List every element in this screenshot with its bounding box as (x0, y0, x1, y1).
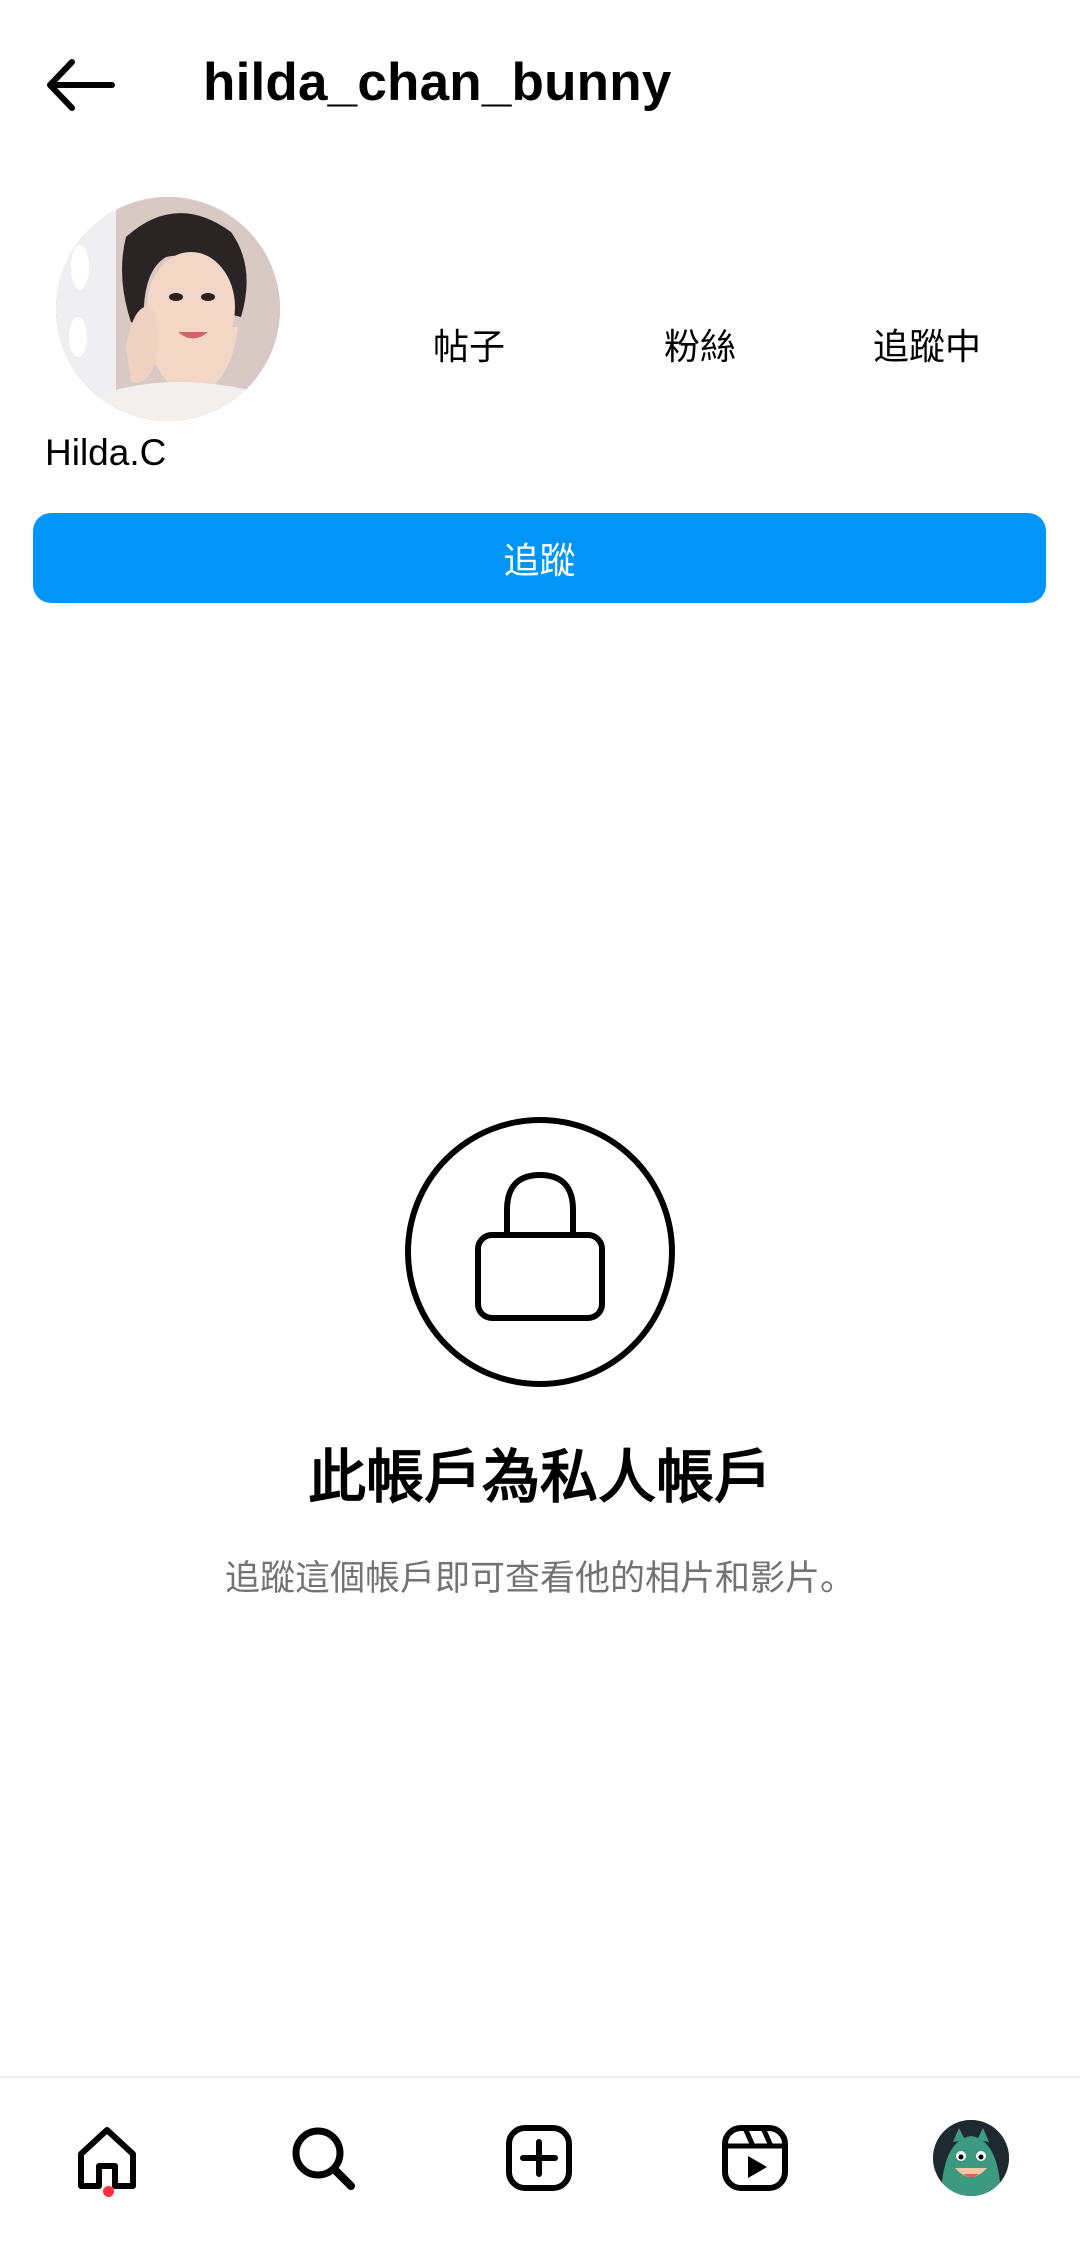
profile-avatar[interactable] (56, 197, 280, 421)
nav-profile[interactable] (921, 2108, 1021, 2208)
bottom-navigation (0, 2078, 1080, 2248)
profile-username: hilda_chan_bunny (203, 53, 672, 112)
following-stat[interactable]: 追蹤中 (862, 318, 992, 370)
arrow-left-icon (47, 59, 115, 111)
nav-reels[interactable] (705, 2108, 805, 2208)
create-icon (506, 2125, 572, 2191)
display-name: Hilda.C (45, 432, 167, 473)
home-icon (78, 2127, 136, 2189)
nav-search[interactable] (273, 2108, 373, 2208)
top-bar: hilda_chan_bunny (0, 0, 1080, 170)
lock-icon (403, 1115, 677, 1389)
private-account-subtitle: 追蹤這個帳戶即可查看他的相片和影片。 (224, 1559, 855, 1598)
followers-stat[interactable]: 粉絲 (640, 318, 760, 370)
home-notification-dot (103, 2186, 114, 2197)
follow-button[interactable]: 追蹤 (33, 513, 1046, 603)
avatar-photo (56, 197, 280, 421)
profile-icon (933, 2120, 1009, 2196)
posts-stat[interactable]: 帖子 (409, 318, 529, 370)
reels-icon (722, 2125, 788, 2191)
nav-create[interactable] (489, 2108, 589, 2208)
private-account-title: 此帳戶為私人帳戶 (307, 1445, 772, 1510)
back-button[interactable] (40, 50, 120, 120)
search-icon (292, 2127, 355, 2190)
